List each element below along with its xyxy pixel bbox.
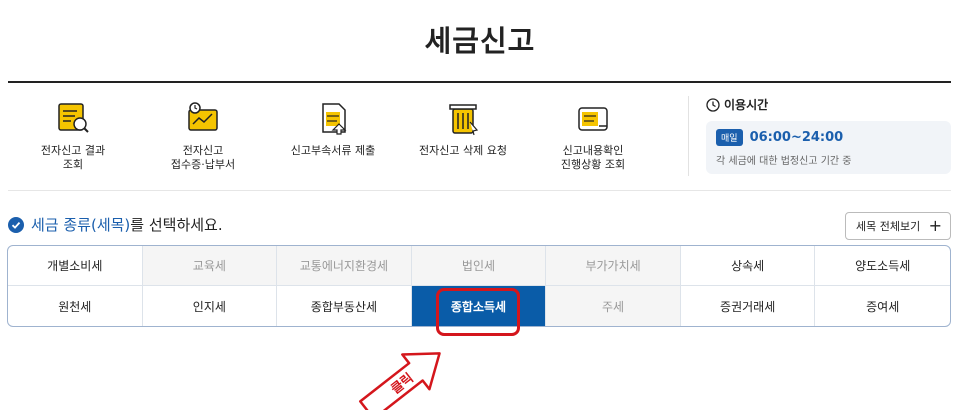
tax-type-button[interactable]: 법인세: [411, 246, 547, 286]
tax-type-button[interactable]: 증권거래세: [681, 286, 816, 326]
highlight-box: [436, 288, 520, 336]
content-divider: [8, 190, 951, 191]
quick-menu: 전자신고 결과 조회 전자신고 접수증·납부서 신고부속서류 제출 전자신고 삭…: [8, 96, 688, 180]
tax-type-button[interactable]: 상속세: [680, 246, 816, 286]
view-all-tax-types-button[interactable]: 세목 전체보기 +: [845, 212, 951, 240]
service-hours-box: 매일 06:00~24:00 각 세금에 대한 법정신고 기간 중: [706, 121, 951, 174]
tax-type-heading-text: 를 선택하세요.: [130, 216, 223, 234]
quick-menu-attachment-submit[interactable]: 신고부속서류 제출: [268, 96, 398, 180]
progress-check-icon: [578, 107, 608, 131]
tax-type-button[interactable]: 증여세: [815, 286, 950, 326]
service-hours-note: 각 세금에 대한 법정신고 기간 중: [716, 156, 852, 167]
receipt-clock-icon: [188, 102, 218, 131]
tax-type-button[interactable]: 인지세: [143, 286, 278, 326]
section-divider: [688, 96, 689, 176]
tax-type-button[interactable]: 원천세: [8, 286, 143, 326]
view-all-label: 세목 전체보기: [856, 220, 921, 233]
service-hours-title: 이용시간: [724, 98, 769, 112]
click-arrow-icon: 클릭: [359, 352, 441, 410]
quick-menu-result-inquiry[interactable]: 전자신고 결과 조회: [8, 96, 138, 180]
daily-badge: 매일: [716, 129, 743, 146]
tax-type-button[interactable]: 양도소득세: [815, 246, 950, 286]
tax-type-button[interactable]: 부가가치세: [546, 246, 681, 286]
quick-menu-label: 전자신고 삭제 요청: [419, 144, 507, 157]
title-divider: [8, 81, 951, 83]
tax-type-button[interactable]: 교통에너지환경세: [277, 246, 412, 286]
quick-menu-label: 전자신고 접수증·납부서: [170, 144, 236, 171]
page-title: 세금신고: [424, 24, 536, 58]
quick-menu-delete-request[interactable]: 전자신고 삭제 요청: [398, 96, 528, 180]
document-upload-icon: [322, 103, 347, 135]
report-search-icon: [58, 103, 89, 133]
quick-menu-label: 전자신고 결과 조회: [40, 144, 106, 171]
tax-type-button[interactable]: 주세: [546, 286, 681, 326]
tax-type-button[interactable]: 종합부동산세: [277, 286, 412, 326]
service-hours-time: 06:00~24:00: [749, 130, 844, 145]
tax-type-heading-highlight: 세금 종류(세목): [31, 216, 131, 234]
check-circle-icon: [8, 216, 24, 233]
plus-icon: +: [928, 216, 942, 235]
tax-type-button[interactable]: 교육세: [142, 246, 278, 286]
service-hours: 이용시간 매일 06:00~24:00 각 세금에 대한 법정신고 기간 중: [706, 96, 951, 174]
quick-menu-receipt[interactable]: 전자신고 접수증·납부서: [138, 96, 268, 180]
clock-icon: [706, 97, 720, 112]
quick-menu-label: 신고내용확인 진행상황 조회: [560, 144, 626, 171]
tax-type-button[interactable]: 개별소비세: [8, 246, 143, 286]
trash-icon: [449, 104, 479, 136]
quick-menu-label: 신고부속서류 제출: [290, 144, 376, 157]
service-hours-header: 이용시간: [706, 96, 951, 113]
tax-type-heading: 세금 종류(세목)를 선택하세요.: [8, 214, 223, 235]
quick-menu-progress-inquiry[interactable]: 신고내용확인 진행상황 조회: [528, 96, 658, 180]
